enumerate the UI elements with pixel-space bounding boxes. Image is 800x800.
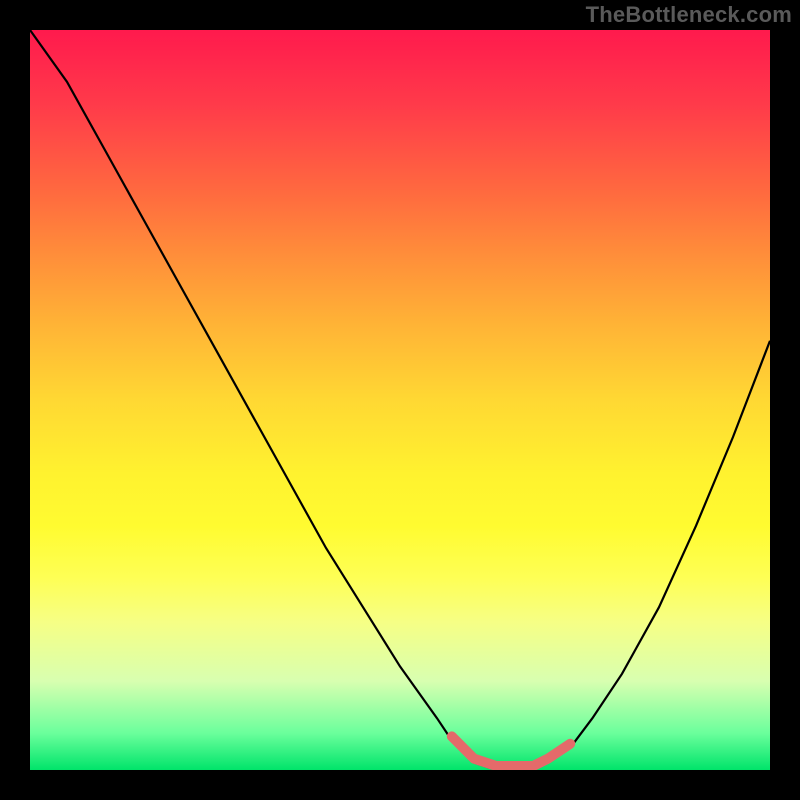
bottleneck-flat-highlight <box>452 736 570 766</box>
bottleneck-curve-path <box>30 30 770 770</box>
bottleneck-chart <box>30 30 770 770</box>
watermark-text: TheBottleneck.com <box>586 2 792 28</box>
chart-frame <box>30 30 770 770</box>
